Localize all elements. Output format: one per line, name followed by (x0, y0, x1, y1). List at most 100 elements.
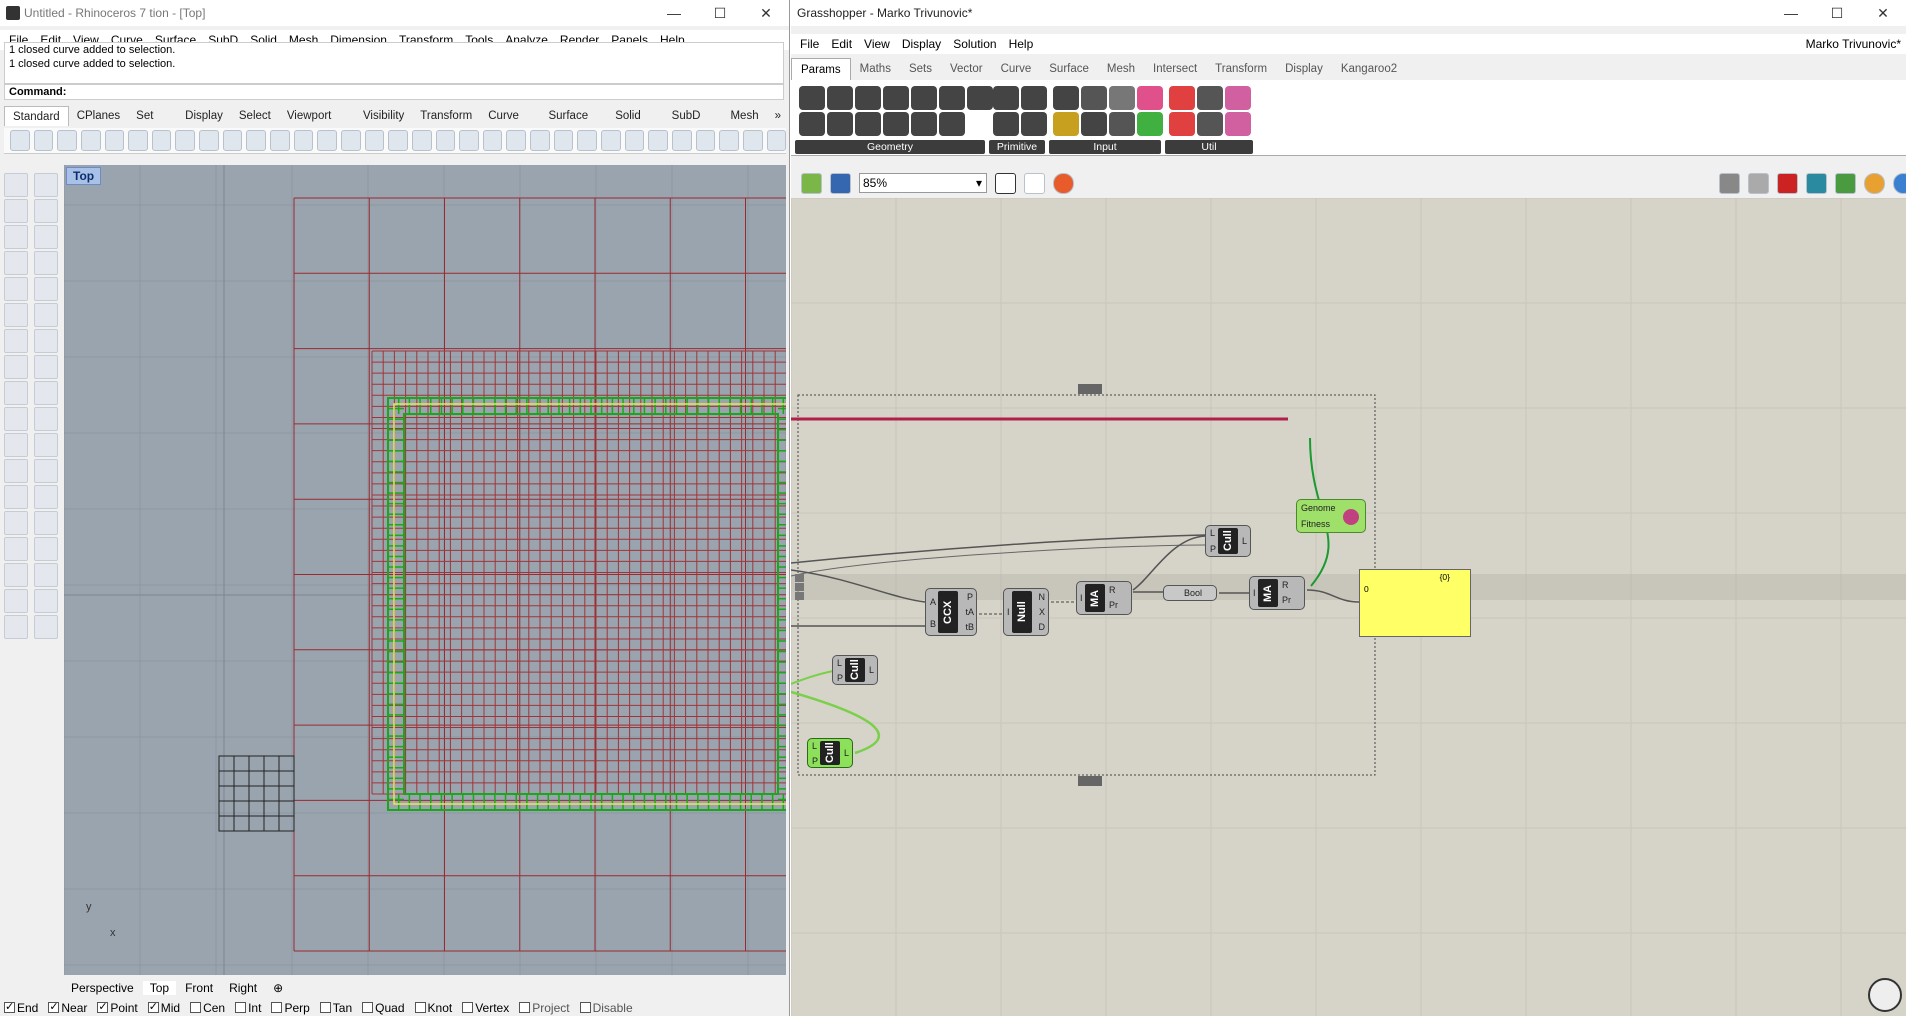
input-pattern[interactable]: P (1210, 544, 1216, 554)
command-input[interactable]: Command: (4, 84, 784, 100)
save-icon[interactable] (57, 130, 77, 151)
tool-icon[interactable] (4, 173, 28, 197)
cull-mid-component[interactable]: L P Cull L (832, 655, 878, 685)
zoom-in-icon[interactable] (270, 130, 290, 151)
preview-mesh-icon[interactable] (1806, 172, 1827, 194)
gh-ribbon-icon[interactable] (939, 112, 965, 136)
output-list[interactable]: L (869, 665, 874, 675)
input-pattern[interactable]: P (837, 673, 843, 683)
tool-icon[interactable] (34, 225, 58, 249)
copy-icon[interactable] (151, 130, 172, 151)
output-r[interactable]: R (1282, 580, 1289, 590)
osnap-near[interactable]: Near (48, 1000, 87, 1015)
earth-icon[interactable] (719, 130, 739, 151)
tool-icon[interactable] (34, 537, 58, 561)
tool-icon[interactable] (34, 433, 58, 457)
gh-ribbon-icon[interactable] (1169, 112, 1195, 136)
output-r[interactable]: R (1109, 585, 1116, 595)
ccx-component[interactable]: A B CCX P tA tB (925, 588, 977, 636)
tab-viewport-layout[interactable]: Viewport Layout (279, 106, 355, 142)
ma2-component[interactable]: I MA R Pr (1249, 576, 1305, 610)
lights-icon[interactable] (482, 130, 503, 151)
save-file-icon[interactable] (830, 172, 851, 194)
checkbox-icon[interactable] (271, 1002, 283, 1013)
snap-icon[interactable] (695, 130, 716, 151)
gh-ribbon-icon[interactable] (1081, 112, 1107, 136)
output-pr[interactable]: Pr (1282, 595, 1291, 605)
input-list[interactable]: L (812, 741, 817, 751)
gh-tab-kangaroo2[interactable]: Kangaroo2 (1332, 58, 1406, 80)
open-icon[interactable] (33, 130, 54, 151)
param-handle-icon[interactable] (795, 574, 804, 582)
gh-ribbon-icon[interactable] (827, 112, 853, 136)
input-i[interactable]: I (1007, 607, 1010, 617)
gh-ribbon-icon[interactable] (1197, 112, 1223, 136)
osnap-tan[interactable]: Tan (319, 1001, 352, 1015)
gh-ribbon-icon[interactable] (1053, 112, 1079, 136)
tool-icon[interactable] (34, 459, 58, 483)
checkbox-icon[interactable] (190, 1002, 202, 1013)
tab-right[interactable]: Right (222, 981, 264, 995)
new-icon[interactable] (10, 130, 30, 151)
checkbox-icon[interactable] (4, 1000, 15, 1013)
input-i[interactable]: I (1253, 588, 1256, 598)
tool-icon[interactable] (34, 485, 58, 509)
gh-tab-surface[interactable]: Surface (1040, 58, 1098, 80)
tab-overflow[interactable]: » (767, 106, 789, 126)
gh-ribbon-icon[interactable] (1081, 86, 1107, 110)
tool-icon[interactable] (4, 615, 28, 639)
gh-menu-view[interactable]: View (859, 37, 895, 51)
checkbox-icon[interactable] (319, 1002, 331, 1013)
lock-icon[interactable] (506, 130, 527, 151)
tab-top[interactable]: Top (142, 981, 177, 995)
checkbox-icon[interactable] (414, 1002, 426, 1013)
null-component[interactable]: I Null N X D (1003, 588, 1049, 636)
gh-tab-sets[interactable]: Sets (900, 58, 941, 80)
gh-ribbon-icon[interactable] (1137, 112, 1163, 136)
gh-tab-curve[interactable]: Curve (992, 58, 1041, 80)
tool-icon[interactable] (34, 615, 58, 639)
tool-icon[interactable] (4, 381, 28, 405)
car-icon[interactable] (388, 130, 408, 151)
output-pr[interactable]: Pr (1109, 600, 1118, 610)
gh-menu-edit[interactable]: Edit (826, 37, 857, 51)
osnap-end[interactable]: End (4, 1000, 38, 1015)
gh-tab-intersect[interactable]: Intersect (1144, 58, 1206, 80)
gh-menu-display[interactable]: Display (897, 37, 946, 51)
paste-icon[interactable] (175, 130, 196, 151)
gh-ribbon-icon[interactable] (827, 86, 853, 110)
tool-icon[interactable] (4, 277, 28, 301)
gh-ribbon-icon[interactable] (993, 86, 1019, 110)
input-list[interactable]: L (1210, 528, 1215, 538)
render-icon[interactable] (601, 130, 621, 151)
open-file-icon[interactable] (801, 172, 822, 194)
tool-icon[interactable] (34, 589, 58, 613)
tab-perspective[interactable]: Perspective (64, 981, 141, 995)
output-x[interactable]: X (1039, 607, 1045, 617)
checkbox-icon[interactable] (579, 1002, 591, 1013)
tool-icon[interactable] (4, 511, 28, 535)
viewport-canvas[interactable] (64, 165, 786, 975)
output-d[interactable]: D (1039, 622, 1046, 632)
gh-ribbon-icon[interactable] (911, 86, 937, 110)
ma1-component[interactable]: I MA R Pr (1076, 581, 1132, 615)
param-handle-icon[interactable] (795, 583, 804, 591)
tool-icon[interactable] (4, 537, 28, 561)
osnap-cen[interactable]: Cen (190, 1001, 225, 1015)
tool-icon[interactable] (34, 303, 58, 327)
materials-icon[interactable] (530, 130, 550, 151)
tool-icon[interactable] (4, 459, 28, 483)
tab-set-view[interactable]: Set View (128, 106, 177, 142)
undo-icon[interactable] (199, 130, 219, 151)
tool-icon[interactable] (4, 329, 28, 353)
gh-tab-maths[interactable]: Maths (851, 58, 900, 80)
output-n[interactable]: N (1039, 592, 1046, 602)
preview-wire-icon[interactable] (1719, 172, 1740, 194)
checkbox-icon[interactable] (147, 1000, 159, 1013)
osnap-point[interactable]: Point (97, 1000, 138, 1015)
tab-cplanes[interactable]: CPlanes (69, 106, 128, 126)
tool-icon[interactable] (4, 433, 28, 457)
galapagos-component[interactable]: Genome Fitness (1296, 499, 1366, 533)
tool-icon[interactable] (34, 251, 58, 275)
add-view-icon[interactable]: ⊕ (266, 981, 290, 995)
